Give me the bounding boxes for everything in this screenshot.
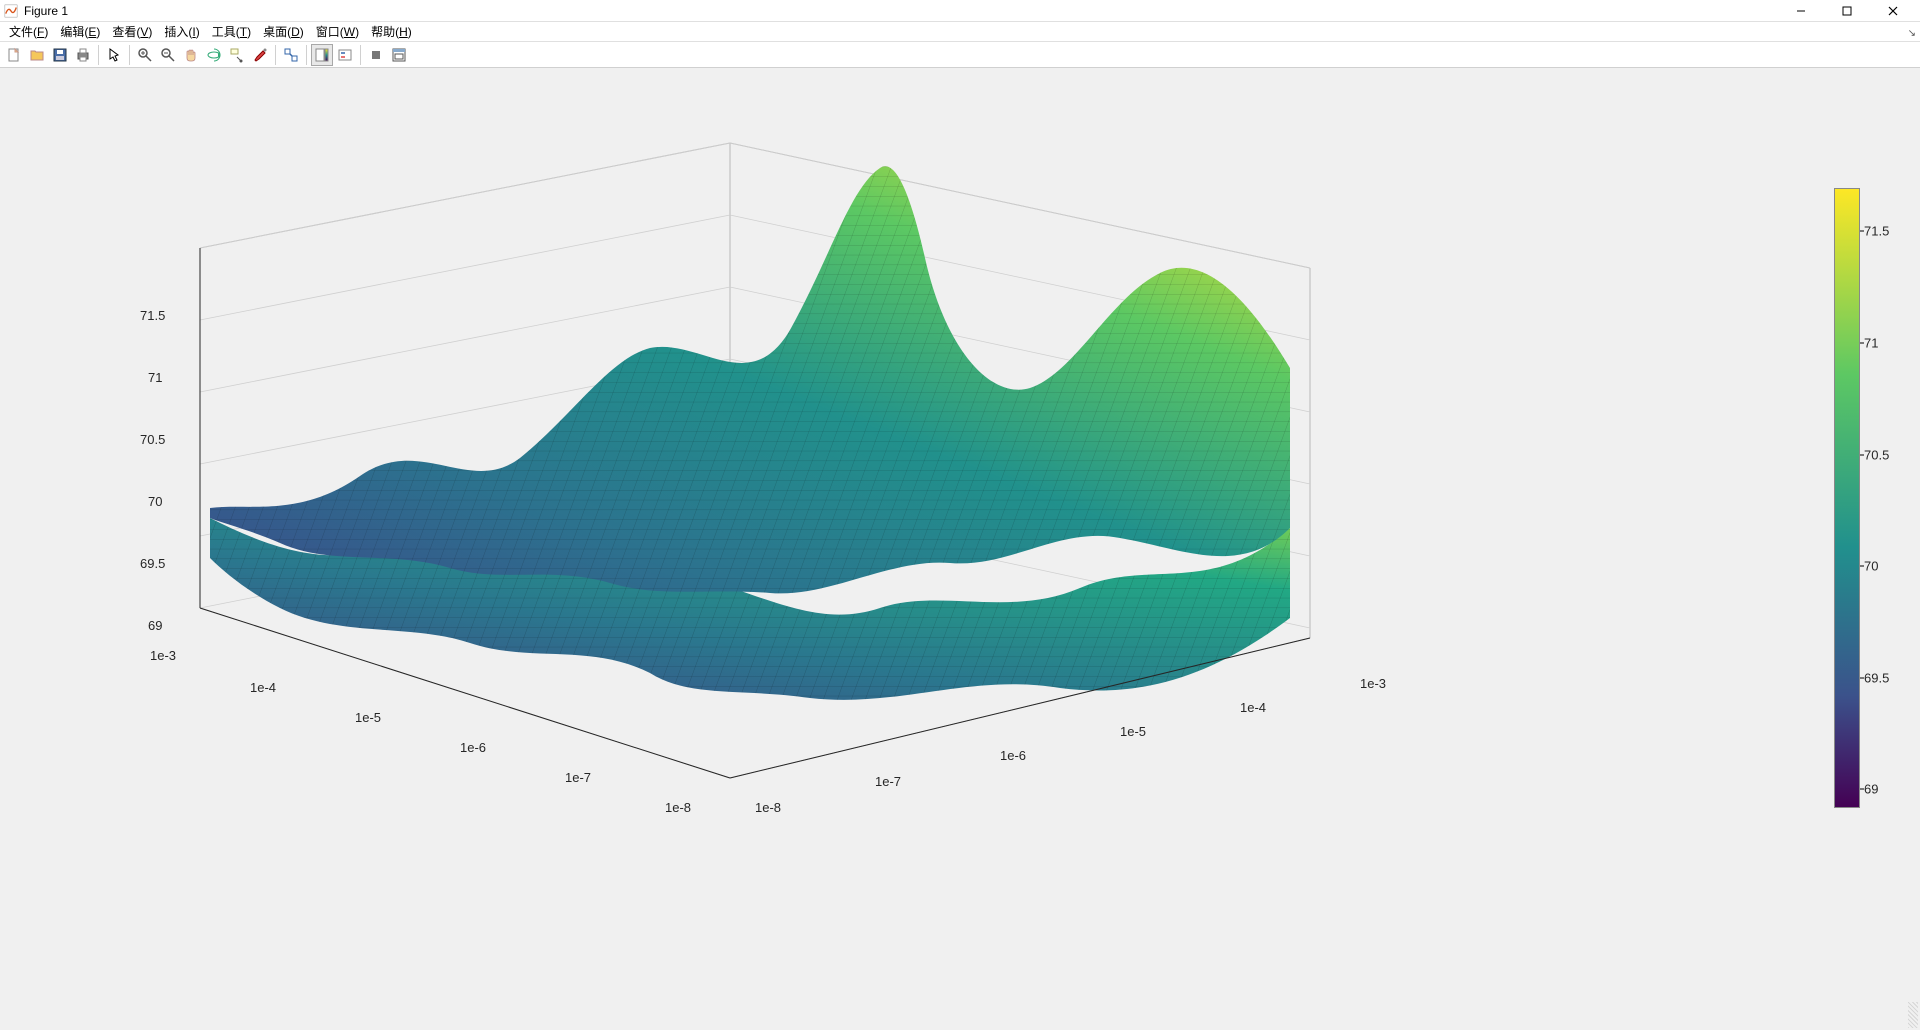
y-tick-3: 1e-5 bbox=[355, 710, 381, 725]
dock-figure-icon[interactable] bbox=[388, 44, 410, 66]
colorbar-tick-0: 69 bbox=[1864, 782, 1878, 797]
link-plots-icon[interactable] bbox=[280, 44, 302, 66]
colorbar-tick-2: 70 bbox=[1864, 559, 1878, 574]
menu-tools[interactable]: 工具(T) bbox=[206, 22, 257, 42]
stop-icon[interactable] bbox=[365, 44, 387, 66]
menu-insert[interactable]: 插入(I) bbox=[158, 22, 205, 42]
menu-desktop[interactable]: 桌面(D) bbox=[257, 22, 310, 42]
pan-hand-icon[interactable] bbox=[180, 44, 202, 66]
toolbar-separator bbox=[306, 45, 307, 65]
matlab-figure-icon bbox=[4, 4, 18, 18]
pointer-icon[interactable] bbox=[103, 44, 125, 66]
colorbar-ticks: 69 69.5 70 70.5 71 71.5 bbox=[1864, 188, 1920, 808]
x-tick-3: 1e-5 bbox=[1120, 724, 1146, 739]
new-file-icon[interactable] bbox=[3, 44, 25, 66]
axes-3d[interactable] bbox=[90, 98, 1430, 838]
x-tick-5: 1e-3 bbox=[1360, 676, 1386, 691]
colorbar-gradient bbox=[1834, 188, 1860, 808]
brush-icon[interactable] bbox=[249, 44, 271, 66]
z-tick-1: 69.5 bbox=[140, 556, 165, 571]
z-tick-2: 70 bbox=[148, 494, 162, 509]
window-controls bbox=[1778, 0, 1916, 22]
colorbar-tick-1: 69.5 bbox=[1864, 670, 1889, 685]
y-tick-0: 1e-8 bbox=[665, 800, 691, 815]
menu-corner-icon[interactable]: ↘ bbox=[1908, 28, 1916, 39]
print-icon[interactable] bbox=[72, 44, 94, 66]
menu-bar: 文件(F) 编辑(E) 查看(V) 插入(I) 工具(T) 桌面(D) 窗口(W… bbox=[0, 22, 1920, 42]
toolbar-separator bbox=[98, 45, 99, 65]
data-cursor-icon[interactable] bbox=[226, 44, 248, 66]
z-tick-4: 71 bbox=[148, 370, 162, 385]
menu-view[interactable]: 查看(V) bbox=[106, 22, 158, 42]
y-tick-4: 1e-4 bbox=[250, 680, 276, 695]
zoom-in-icon[interactable] bbox=[134, 44, 156, 66]
title-bar: Figure 1 bbox=[0, 0, 1920, 22]
toolbar bbox=[0, 42, 1920, 68]
zoom-out-icon[interactable] bbox=[157, 44, 179, 66]
legend-icon[interactable] bbox=[334, 44, 356, 66]
y-tick-2: 1e-6 bbox=[460, 740, 486, 755]
window-title: Figure 1 bbox=[24, 4, 68, 18]
figure-axes-container[interactable]: 69 69.5 70 70.5 71 71.5 1e-3 1e-4 1e-5 1… bbox=[0, 68, 1920, 1030]
rotate-3d-icon[interactable] bbox=[203, 44, 225, 66]
y-tick-5: 1e-3 bbox=[150, 648, 176, 663]
toolbar-separator bbox=[129, 45, 130, 65]
colorbar[interactable]: 69 69.5 70 70.5 71 71.5 bbox=[1834, 188, 1860, 808]
menu-window[interactable]: 窗口(W) bbox=[310, 22, 365, 42]
toolbar-separator bbox=[360, 45, 361, 65]
minimize-button[interactable] bbox=[1778, 0, 1824, 22]
colorbar-icon[interactable] bbox=[311, 44, 333, 66]
menu-file[interactable]: 文件(F) bbox=[3, 22, 54, 42]
colorbar-tick-4: 71 bbox=[1864, 336, 1878, 351]
close-button[interactable] bbox=[1870, 0, 1916, 22]
y-tick-1: 1e-7 bbox=[565, 770, 591, 785]
title-left: Figure 1 bbox=[4, 4, 68, 18]
open-folder-icon[interactable] bbox=[26, 44, 48, 66]
z-tick-3: 70.5 bbox=[140, 432, 165, 447]
colorbar-tick-3: 70.5 bbox=[1864, 447, 1889, 462]
menu-help[interactable]: 帮助(H) bbox=[365, 22, 418, 42]
z-tick-0: 69 bbox=[148, 618, 162, 633]
menu-edit[interactable]: 编辑(E) bbox=[54, 22, 106, 42]
x-tick-0: 1e-8 bbox=[755, 800, 781, 815]
z-tick-5: 71.5 bbox=[140, 308, 165, 323]
save-icon[interactable] bbox=[49, 44, 71, 66]
x-tick-1: 1e-7 bbox=[875, 774, 901, 789]
maximize-button[interactable] bbox=[1824, 0, 1870, 22]
x-tick-2: 1e-6 bbox=[1000, 748, 1026, 763]
resize-handle[interactable] bbox=[1908, 1002, 1918, 1028]
x-tick-4: 1e-4 bbox=[1240, 700, 1266, 715]
toolbar-separator bbox=[275, 45, 276, 65]
colorbar-tick-5: 71.5 bbox=[1864, 224, 1889, 239]
